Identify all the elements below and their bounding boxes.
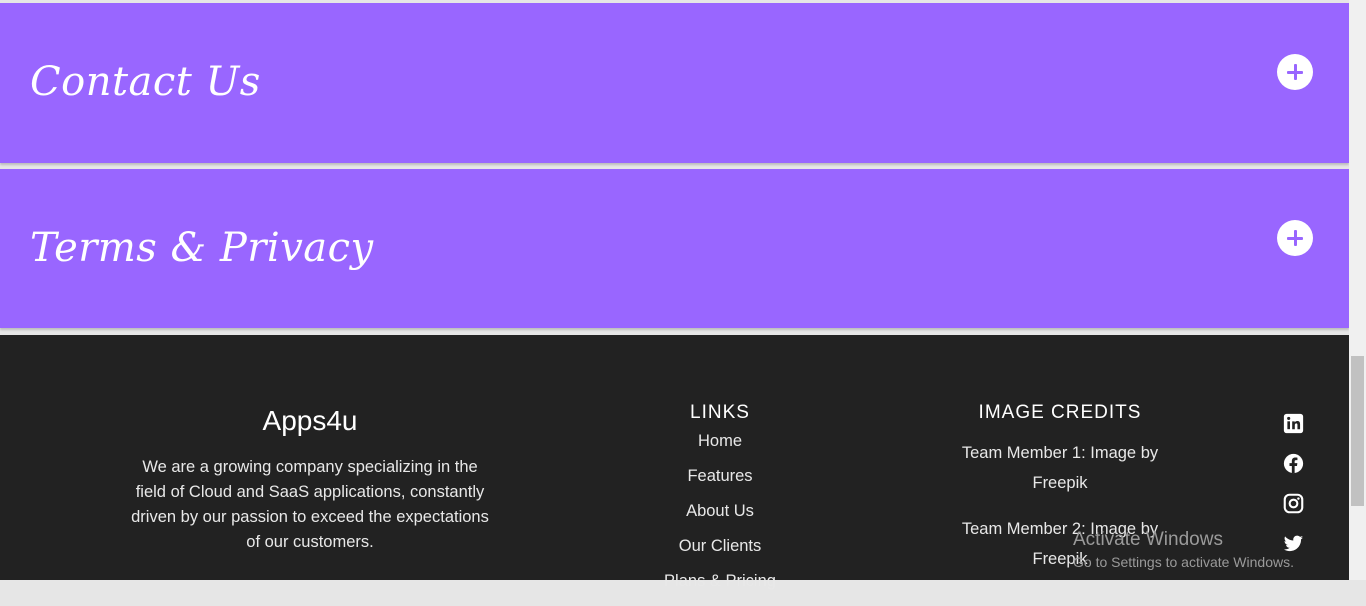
linkedin-icon[interactable]: [1283, 413, 1304, 434]
brand-name: Apps4u: [262, 405, 358, 436]
accordion-contact-us[interactable]: Contact Us: [0, 3, 1349, 163]
footer-link-plans-pricing[interactable]: Plans & Pricing: [620, 571, 820, 606]
activation-watermark-title: Activate Windows: [1073, 529, 1223, 550]
accordion-title: Contact Us: [30, 59, 261, 105]
footer-link-about-us[interactable]: About Us: [620, 501, 820, 536]
image-credit-item: Team Member 1: Image by Freepik: [961, 444, 1159, 492]
footer-link-our-clients[interactable]: Our Clients: [620, 536, 820, 571]
scrollbar-thumb[interactable]: [1351, 356, 1364, 506]
links-heading: LINKS: [690, 402, 750, 423]
accordion-terms-privacy[interactable]: Terms & Privacy: [0, 169, 1349, 328]
activation-watermark-subtitle: Go to Settings to activate Windows.: [1073, 554, 1294, 570]
twitter-icon[interactable]: [1283, 533, 1304, 554]
footer-link-home[interactable]: Home: [620, 431, 820, 466]
footer-link-features[interactable]: Features: [620, 466, 820, 501]
instagram-icon[interactable]: [1283, 493, 1304, 514]
image-credits-heading: IMAGE CREDITS: [978, 402, 1142, 423]
expand-plus-icon[interactable]: [1277, 54, 1313, 90]
brand-description: We are a growing company specializing in…: [131, 458, 489, 551]
expand-plus-icon[interactable]: [1277, 220, 1313, 256]
accordion-title: Terms & Privacy: [30, 225, 374, 271]
facebook-icon[interactable]: [1283, 453, 1304, 474]
